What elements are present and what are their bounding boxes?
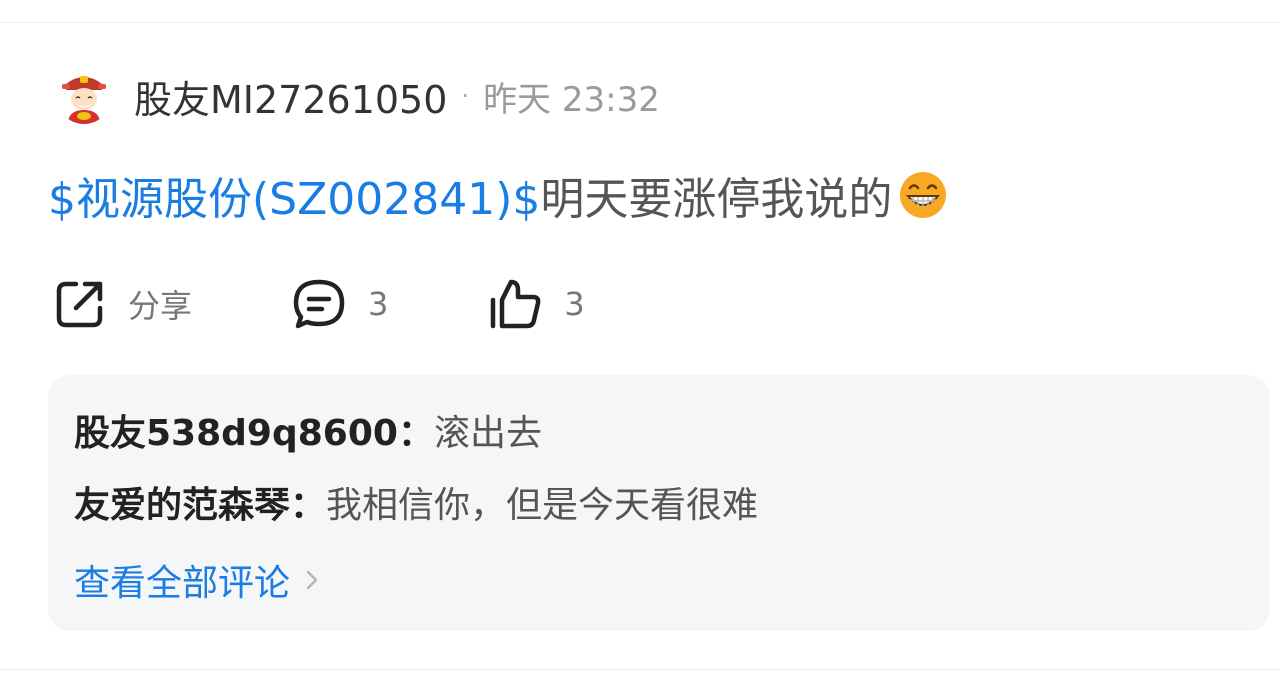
comment-bubble-icon xyxy=(293,279,345,329)
post-text: 明天要涨停我说的 xyxy=(540,174,893,225)
view-all-comments-link[interactable]: 查看全部评论 xyxy=(74,555,320,605)
view-all-label: 查看全部评论 xyxy=(74,563,291,604)
comments-preview: 股友538d9q8600 ： 滚出去 友爱的范森琴 ： 我相信你，但是今天看很难… xyxy=(48,375,1270,631)
god-of-wealth-avatar-icon xyxy=(56,68,112,124)
comment-text: 滚出去 xyxy=(433,413,542,454)
thumbs-up-icon xyxy=(491,279,541,329)
chevron-right-icon xyxy=(306,570,318,590)
comment-button[interactable]: 3 xyxy=(292,278,388,330)
separator-dot: · xyxy=(461,82,470,110)
share-label: 分享 xyxy=(128,287,193,325)
comment-item[interactable]: 友爱的范森琴 ： 我相信你，但是今天看很难 xyxy=(74,477,758,527)
bottom-divider xyxy=(0,669,1280,670)
post-timestamp: 昨天 23:32 xyxy=(483,79,660,120)
comment-colon: ： xyxy=(290,485,327,526)
post-actions: 分享 3 3 xyxy=(54,276,585,332)
comment-author[interactable]: 股友538d9q8600 xyxy=(74,404,398,456)
share-icon xyxy=(56,281,103,328)
author-name[interactable]: 股友MI27261050 xyxy=(134,69,447,124)
avatar[interactable] xyxy=(56,68,112,124)
stock-tag-link[interactable]: $视源股份(SZ002841)$ xyxy=(48,163,540,227)
comment-colon: ： xyxy=(397,413,434,454)
comment-author[interactable]: 友爱的范森琴 xyxy=(74,476,290,528)
comment-text: 我相信你，但是今天看很难 xyxy=(326,485,759,526)
comment-count: 3 xyxy=(368,285,389,323)
grinning-face-emoji-icon xyxy=(900,172,947,218)
like-button[interactable]: 3 xyxy=(488,278,585,330)
top-divider xyxy=(0,22,1280,23)
post-content: $视源股份(SZ002841)$ 明天要涨停我说的 xyxy=(48,160,948,230)
post-header: 股友MI27261050 · 昨天 23:32 xyxy=(56,68,660,124)
share-button[interactable]: 分享 xyxy=(54,278,192,330)
post-card: 股友MI27261050 · 昨天 23:32 $视源股份(SZ002841)$… xyxy=(0,0,1280,694)
like-count: 3 xyxy=(564,285,585,323)
comment-item[interactable]: 股友538d9q8600 ： 滚出去 xyxy=(74,405,542,455)
